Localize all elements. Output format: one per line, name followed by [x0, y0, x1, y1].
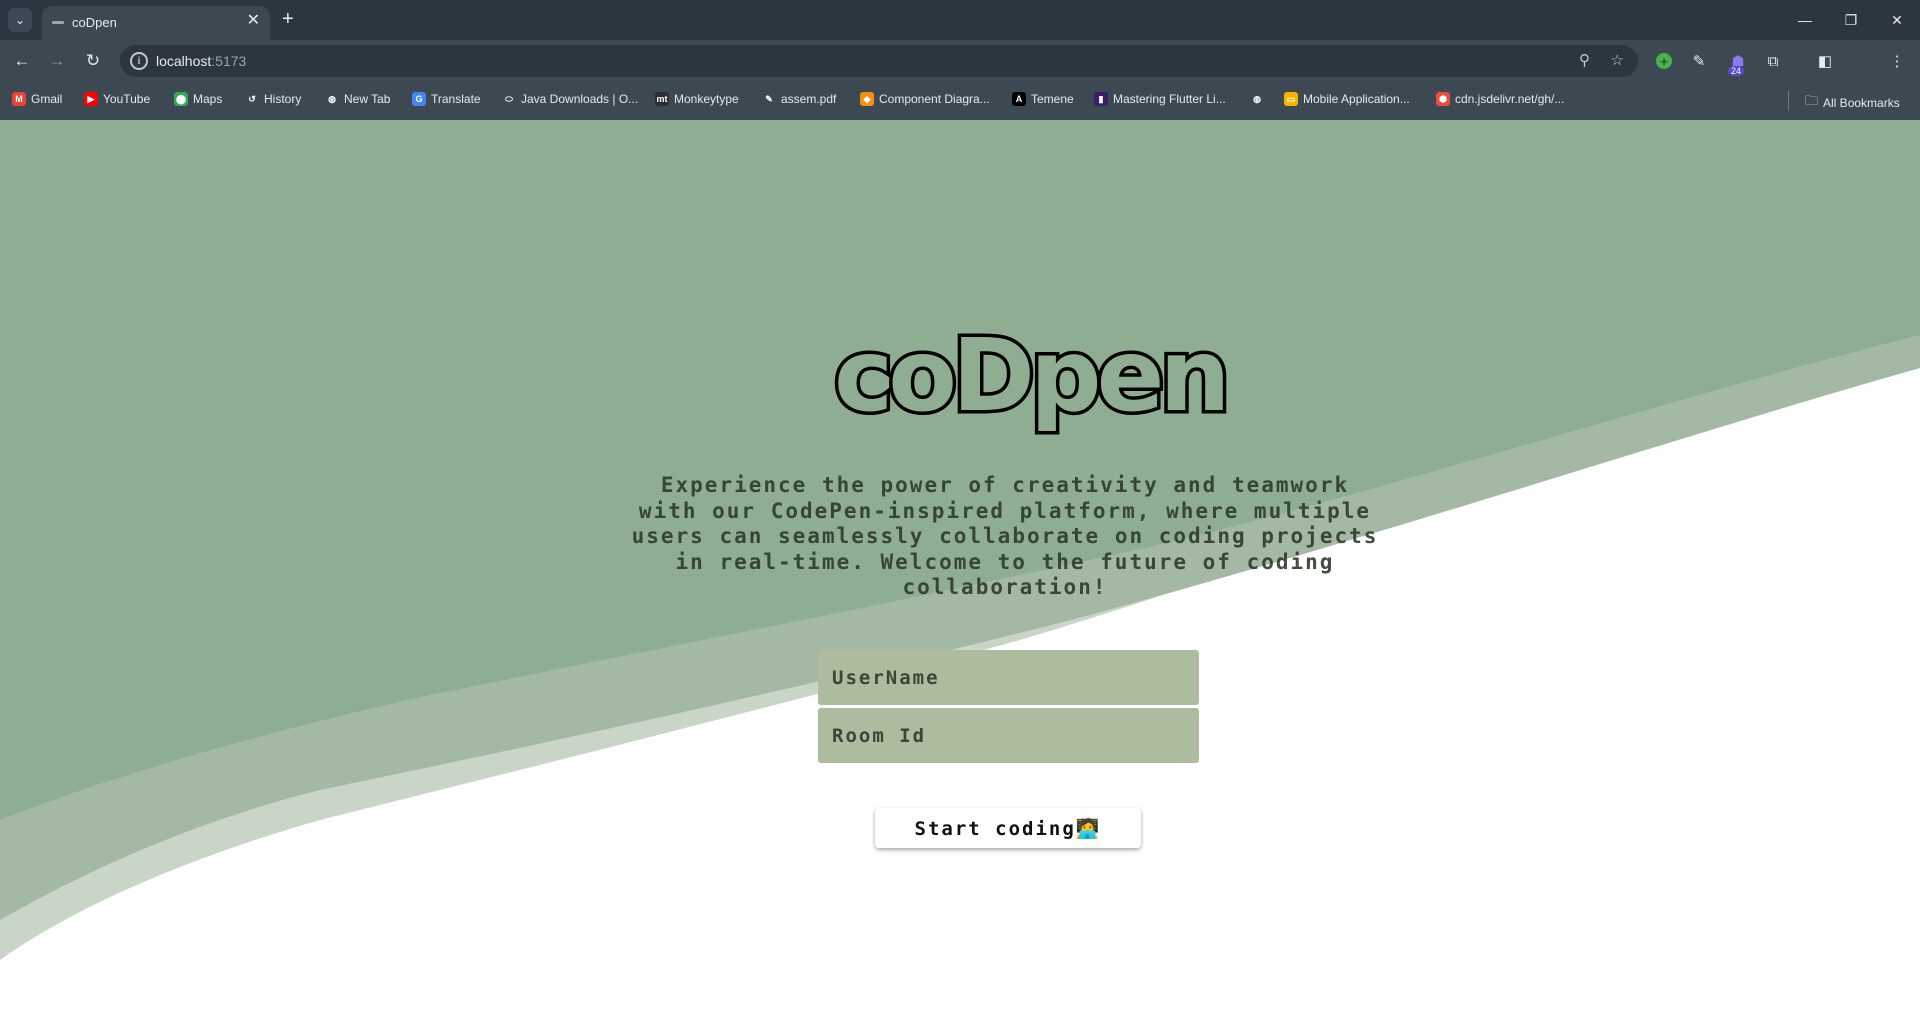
folder-icon: 🗀 — [1805, 93, 1819, 108]
extension-badge: 24 — [1728, 66, 1745, 76]
bookmark-item[interactable]: ◍ — [1250, 92, 1264, 106]
flutter-icon: ▮ — [1094, 92, 1108, 106]
bookmark-item[interactable]: ⬭ Java Downloads | O... — [502, 92, 638, 106]
gmail-icon: M — [12, 92, 26, 106]
reload-icon: ↻ — [85, 51, 101, 70]
history-icon: ↺ — [245, 92, 259, 106]
bookmark-item[interactable]: ⬤ Maps — [174, 92, 222, 106]
bookmark-item[interactable]: A Temene — [1012, 92, 1074, 106]
bookmark-item[interactable]: ◆ Component Diagra... — [860, 92, 990, 106]
bookmark-label: History — [264, 92, 302, 106]
bookmark-item[interactable]: ▶ YouTube — [84, 92, 150, 106]
pdf-icon: ✎ — [762, 92, 776, 106]
tab-title: coDpen — [72, 15, 117, 30]
bookmark-label: Component Diagra... — [879, 92, 990, 106]
close-icon[interactable]: ✕ — [247, 13, 260, 29]
username-input[interactable] — [818, 650, 1199, 705]
bookmark-item[interactable]: ↺ History — [245, 92, 301, 106]
start-coding-button[interactable]: Start coding🧑‍💻 — [875, 808, 1141, 848]
bookmark-item[interactable]: ✎ assem.pdf — [762, 92, 836, 106]
forward-button[interactable]: → — [45, 49, 69, 73]
bookmark-label: cdn.jsdelivr.net/gh/... — [1455, 92, 1565, 106]
kebab-menu-icon[interactable]: ⋮ — [1886, 50, 1908, 72]
bookmark-label: Monkeytype — [674, 92, 739, 106]
bookmark-label: Mobile Application... — [1303, 92, 1410, 106]
bookmark-item[interactable]: ▮ Mastering Flutter Li... — [1094, 92, 1226, 106]
bookmarks-divider — [1788, 91, 1789, 111]
back-button[interactable]: ← — [10, 49, 34, 73]
extension-plus-icon[interactable]: + — [1656, 53, 1672, 69]
tab-codpen[interactable]: coDpen ✕ — [42, 6, 270, 40]
new-tab-button[interactable]: + — [282, 8, 294, 30]
app-logo: coDpen — [831, 317, 1235, 434]
arrow-left-icon: ← — [13, 51, 31, 70]
diagram-icon: ◆ — [860, 92, 874, 106]
bookmark-item[interactable]: M Gmail — [12, 92, 62, 106]
restore-button[interactable]: ❐ — [1828, 0, 1874, 40]
all-bookmarks-label: All Bookmarks — [1823, 96, 1900, 110]
arrow-right-icon: → — [48, 51, 66, 70]
extensions-puzzle-icon[interactable]: ⧉ — [1762, 50, 1784, 72]
chevron-down-icon: ⌄ — [14, 13, 26, 27]
url-port: :5173 — [211, 53, 247, 69]
bookmark-label: YouTube — [103, 92, 151, 106]
globe-icon: ◍ — [325, 92, 339, 106]
jsdelivr-icon: ⬢ — [1436, 92, 1450, 106]
bookmarks-bar: M Gmail ▶ YouTube ⬤ Maps ↺ History ◍ New Tab G Tran… — [0, 82, 1920, 120]
app-page: coDpen Experience the power of creativit… — [0, 120, 1920, 1033]
close-window-button[interactable]: ✕ — [1874, 0, 1920, 40]
minimize-icon: — — [1798, 12, 1812, 28]
temene-icon: A — [1012, 92, 1026, 106]
restore-icon: ❐ — [1844, 11, 1858, 28]
bookmark-label: assem.pdf — [781, 92, 837, 106]
oracle-icon: ⬭ — [502, 92, 516, 106]
bookmark-label: Mastering Flutter Li... — [1113, 92, 1226, 106]
all-bookmarks-button[interactable]: 🗀 All Bookmarks — [1805, 92, 1900, 114]
room-id-input[interactable] — [818, 708, 1199, 763]
side-panel-icon[interactable]: ◧ — [1814, 50, 1836, 72]
bookmark-item[interactable]: ◍ New Tab — [325, 92, 390, 106]
monkeytype-icon: mt — [655, 92, 669, 106]
bookmark-label: Gmail — [31, 92, 63, 106]
bookmark-item[interactable]: ⬢ cdn.jsdelivr.net/gh/... — [1436, 92, 1564, 106]
bookmark-label: Translate — [431, 92, 481, 106]
url-host: localhost — [156, 53, 212, 69]
site-info-icon[interactable]: i — [130, 52, 148, 70]
bookmark-item[interactable]: mt Monkeytype — [655, 92, 739, 106]
reload-button[interactable]: ↻ — [81, 49, 105, 73]
globe-icon: ◍ — [1250, 92, 1264, 106]
star-icon[interactable]: ☆ — [1611, 51, 1624, 69]
bookmark-label: Java Downloads | O... — [521, 92, 639, 106]
translate-icon: G — [412, 92, 426, 106]
bookmark-label: Maps — [193, 92, 223, 106]
tab-strip: ⌄ coDpen ✕ + — ❐ ✕ — [0, 0, 1920, 40]
close-icon: ✕ — [1891, 11, 1903, 28]
maps-icon: ⬤ — [174, 92, 188, 106]
eyedropper-icon[interactable]: ✎ — [1688, 50, 1710, 72]
minimize-button[interactable]: — — [1782, 0, 1828, 40]
youtube-icon: ▶ — [84, 92, 98, 106]
bookmark-item[interactable]: ▭ Mobile Application... — [1284, 92, 1410, 106]
url-text[interactable]: localhost:5173 — [156, 53, 246, 69]
browser-toolbar: ← → ↻ i localhost:5173 ⚲ ☆ + ✎ ☗ 24 ⧉ ◧ … — [0, 40, 1920, 112]
slides-icon: ▭ — [1284, 92, 1298, 106]
zoom-icon[interactable]: ⚲ — [1579, 51, 1590, 69]
bookmark-label: New Tab — [344, 92, 391, 106]
tab-search-button[interactable]: ⌄ — [8, 8, 32, 32]
tagline-text: Experience the power of creativity and t… — [631, 473, 1379, 600]
tab-favicon-icon — [52, 21, 64, 24]
address-bar[interactable]: i localhost:5173 ⚲ ☆ — [120, 45, 1638, 77]
bookmark-item[interactable]: G Translate — [412, 92, 481, 106]
bookmark-label: Temene — [1031, 92, 1074, 106]
